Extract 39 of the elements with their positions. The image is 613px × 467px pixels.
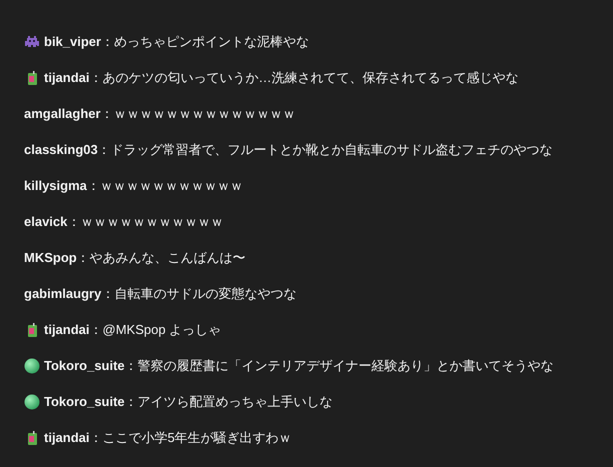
orb-icon [24, 394, 40, 410]
invader-icon [24, 34, 40, 50]
username[interactable]: elavick [24, 212, 68, 232]
message-text: @MKSpop よっしゃ [102, 321, 222, 340]
username[interactable]: Tokoro_suite [44, 356, 125, 376]
separator: ： [101, 285, 114, 304]
separator: ： [76, 249, 90, 268]
separator: ： [90, 429, 103, 448]
username[interactable]: tijandai [44, 428, 90, 448]
orb-icon [24, 358, 40, 374]
message-text: ｗｗｗｗｗｗｗｗｗｗｗｗｗｗ [114, 105, 296, 124]
username[interactable]: tijandai [44, 68, 90, 88]
username[interactable]: amgallagher [24, 104, 101, 124]
message-text: ｗｗｗｗｗｗｗｗｗｗｗ [80, 213, 224, 232]
username[interactable]: MKSpop [24, 248, 77, 268]
message-text: あのケツの匂いっていうか…洗練されてて、保存されてるって感じやな [102, 69, 519, 88]
username[interactable]: classking03 [24, 140, 98, 160]
separator: ： [98, 141, 111, 160]
message-text: ドラッグ常習者で、フルートとか靴とか自転車のサドル盗むフェチのやつな [110, 141, 553, 160]
username[interactable]: tijandai [44, 320, 90, 340]
separator: ： [90, 69, 103, 88]
username[interactable]: Tokoro_suite [44, 392, 125, 412]
message-text: アイツら配置めっちゃ上手いしな [138, 393, 333, 412]
username[interactable]: gabimlaugry [24, 284, 102, 304]
separator: ： [124, 357, 138, 376]
message-text: 警察の履歴書に「インテリアデザイナー経験あり」とか書いてそうやな [138, 357, 554, 376]
separator: ： [101, 33, 114, 52]
message-text: ここで小学5年生が騒ぎ出すわｗ [102, 429, 292, 448]
separator: ： [86, 177, 100, 196]
separator: ： [124, 393, 138, 412]
message-text: やあみんな、こんばんは〜 [90, 249, 246, 268]
username[interactable]: killysigma [24, 176, 87, 196]
username[interactable]: bik_viper [44, 32, 102, 52]
separator: ： [90, 321, 103, 340]
message-text: ｗｗｗｗｗｗｗｗｗｗｗ [100, 177, 243, 196]
message-text: 自転車のサドルの変態なやつな [114, 285, 296, 304]
separator: ： [67, 213, 80, 232]
separator: ： [100, 105, 114, 124]
message-text: めっちゃピンポイントな泥棒やな [114, 33, 310, 52]
